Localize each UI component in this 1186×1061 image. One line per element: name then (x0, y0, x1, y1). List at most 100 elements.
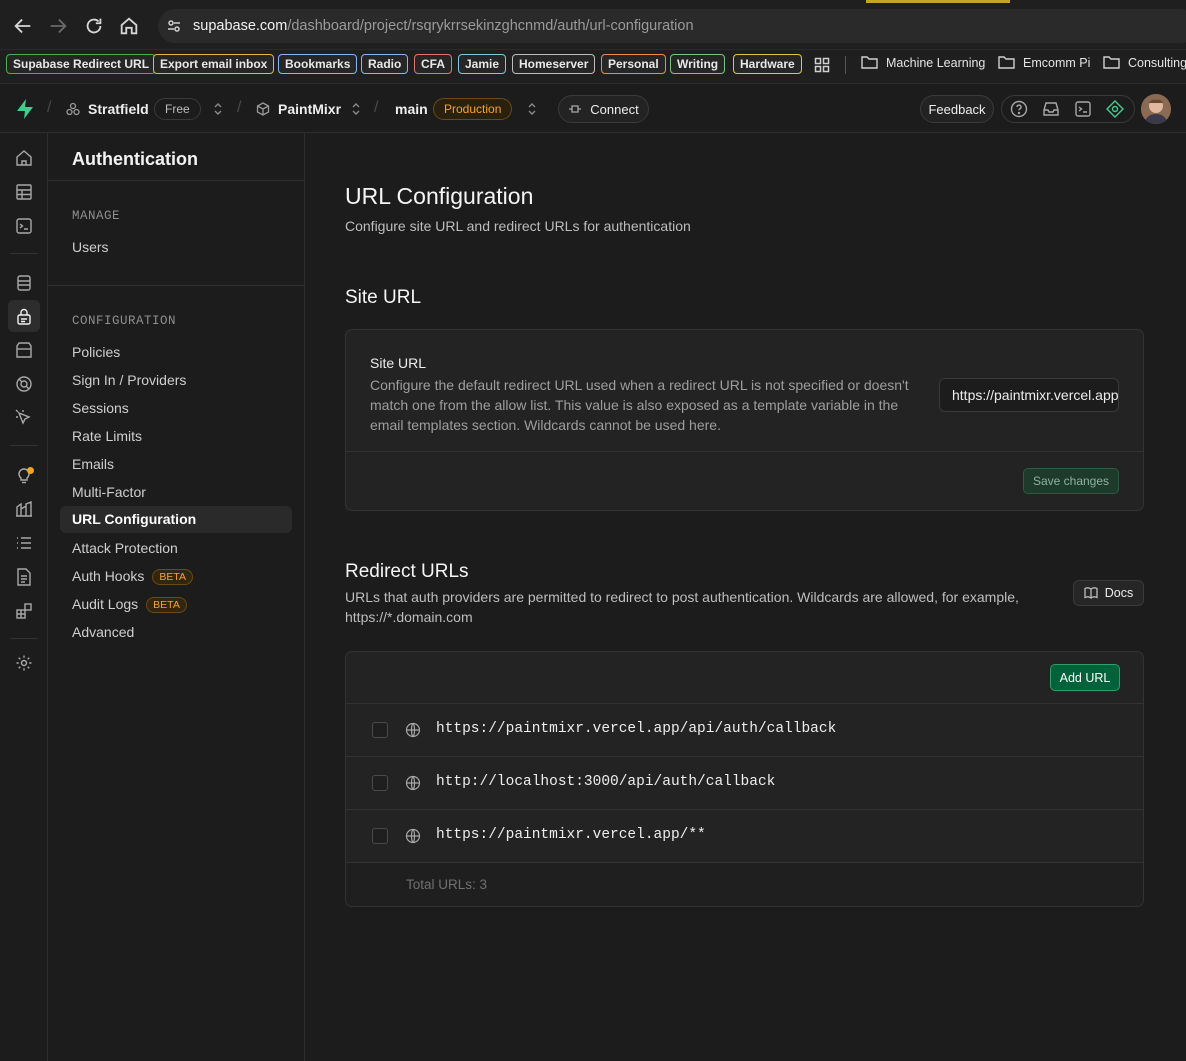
avatar[interactable] (1141, 94, 1171, 124)
sidebar-item-advanced[interactable]: Advanced (72, 624, 134, 640)
bookmark-folder-machine-learning[interactable]: Machine Learning (861, 55, 985, 70)
site-settings-icon[interactable] (166, 18, 182, 34)
bookmark-folder-emcomm-pi[interactable]: Emcomm Pi (998, 55, 1090, 70)
org-switcher-chevron-icon[interactable] (213, 101, 223, 117)
connect-label: Connect (590, 101, 639, 117)
project-name[interactable]: PaintMixr (278, 101, 341, 117)
page-subtitle: Configure site URL and redirect URLs for… (345, 218, 691, 234)
project-settings-gear-icon[interactable] (15, 654, 33, 672)
connect-button[interactable]: Connect (558, 95, 649, 123)
api-docs-icon[interactable] (15, 568, 33, 586)
docs-button[interactable]: Docs (1073, 580, 1144, 606)
sidebar-item-auth-hooks[interactable]: Auth Hooks BETA (72, 568, 194, 585)
bookmark-hardware[interactable]: Hardware (733, 54, 802, 74)
add-url-button[interactable]: Add URL (1050, 664, 1120, 691)
help-icon[interactable] (1010, 100, 1028, 118)
bookmark-folder-consulting[interactable]: Consulting (1103, 55, 1186, 70)
redirect-url: https://paintmixr.vercel.app/api/auth/ca… (436, 721, 837, 737)
sidebar-section-configuration: CONFIGURATION (72, 314, 177, 328)
redirect-urls-heading: Redirect URLs (345, 561, 469, 582)
active-tab-indicator (866, 0, 1010, 3)
back-icon[interactable] (12, 15, 34, 37)
bookmark-supabase-redirect-url[interactable]: Supabase Redirect URL (6, 54, 157, 74)
sidebar-item-label: Audit Logs (72, 596, 139, 612)
project-home-icon[interactable] (15, 149, 33, 167)
site-url-heading: Site URL (345, 287, 422, 308)
project-switcher-chevron-icon[interactable] (351, 101, 361, 117)
sidebar-item-rate-limits[interactable]: Rate Limits (72, 428, 142, 444)
authentication-lock-icon[interactable] (15, 307, 33, 325)
sidebar-item-audit-logs[interactable]: Audit Logs BETA (72, 596, 187, 613)
bookmark-homeserver[interactable]: Homeserver (512, 54, 596, 74)
sidebar-item-multi-factor[interactable]: Multi-Factor (72, 484, 146, 500)
rail-separator (10, 253, 38, 254)
apps-grid-icon[interactable] (814, 57, 830, 73)
forward-icon[interactable] (47, 15, 69, 37)
advisor-notification-dot (27, 467, 34, 474)
branch-name[interactable]: main (395, 101, 428, 117)
sidebar-title: Authentication (72, 149, 198, 169)
redirect-urls-card: Add URL https://paintmixr.vercel.app/api… (345, 651, 1144, 907)
main-content: URL Configuration Configure site URL and… (305, 133, 1186, 1061)
browser-toolbar: supabase.com/dashboard/project/rsqrykrrs… (0, 0, 1186, 50)
org-name[interactable]: Stratfield (88, 101, 149, 117)
bookmark-personal[interactable]: Personal (601, 54, 666, 74)
row-checkbox[interactable] (372, 775, 388, 791)
breadcrumb-separator: / (374, 99, 379, 116)
url-host: supabase.com (193, 18, 288, 34)
bookmark-export-email-inbox[interactable]: Export email inbox (153, 54, 275, 74)
site-url-card: Site URL Configure the default redirect … (345, 329, 1144, 511)
branch-switcher-chevron-icon[interactable] (527, 101, 537, 117)
globe-icon (405, 828, 421, 844)
inbox-icon[interactable] (1042, 100, 1060, 118)
organization-icon (66, 102, 80, 116)
assistant-diamond-icon[interactable] (1106, 100, 1124, 118)
sidebar-item-url-configuration[interactable]: URL Configuration (60, 506, 292, 533)
sidebar-item-sign-in-providers[interactable]: Sign In / Providers (72, 372, 186, 388)
home-icon[interactable] (118, 15, 140, 37)
url-text: supabase.com/dashboard/project/rsqrykrrs… (193, 18, 694, 34)
row-checkbox[interactable] (372, 722, 388, 738)
rail-separator (10, 445, 38, 446)
table-editor-icon[interactable] (15, 183, 33, 201)
storage-icon[interactable] (15, 341, 33, 359)
rail-separator (10, 638, 38, 639)
bookmark-cfa[interactable]: CFA (414, 54, 452, 74)
address-bar[interactable]: supabase.com/dashboard/project/rsqrykrrs… (158, 9, 1186, 43)
supabase-logo-icon[interactable] (15, 98, 35, 120)
sidebar-divider (48, 180, 304, 181)
database-icon[interactable] (15, 274, 33, 292)
card-divider (346, 451, 1143, 452)
sidebar-item-attack-protection[interactable]: Attack Protection (72, 540, 178, 556)
redirect-url-row[interactable]: https://paintmixr.vercel.app/** (346, 809, 1143, 862)
site-url-input[interactable]: https://paintmixr.vercel.app (939, 378, 1119, 412)
edge-functions-icon[interactable] (15, 375, 33, 393)
bookmark-writing[interactable]: Writing (670, 54, 726, 74)
icon-rail (0, 133, 48, 1061)
bookmarks-bar: Supabase Redirect URL Export email inbox… (0, 50, 1186, 84)
redirect-url-row[interactable]: https://paintmixr.vercel.app/api/auth/ca… (346, 703, 1143, 756)
realtime-cursor-icon[interactable] (15, 409, 33, 427)
sidebar-item-policies[interactable]: Policies (72, 344, 120, 360)
site-url-description: Configure the default redirect URL used … (370, 377, 909, 433)
redirect-url-row[interactable]: http://localhost:3000/api/auth/callback (346, 756, 1143, 809)
bookmark-jamie[interactable]: Jamie (458, 54, 507, 74)
folder-icon (998, 56, 1015, 69)
sql-editor-icon[interactable] (15, 217, 33, 235)
plug-icon (568, 102, 582, 116)
reports-icon[interactable] (15, 500, 33, 518)
logs-list-icon[interactable] (15, 534, 33, 552)
sidebar-divider (48, 285, 304, 286)
feedback-button[interactable]: Feedback (920, 95, 994, 123)
sidebar-item-users[interactable]: Users (72, 239, 109, 255)
sidebar-item-sessions[interactable]: Sessions (72, 400, 129, 416)
row-checkbox[interactable] (372, 828, 388, 844)
bookmark-radio[interactable]: Radio (361, 54, 409, 74)
url-path: /dashboard/project/rsqrykrrsekinzghcnmd/… (287, 18, 694, 34)
terminal-icon[interactable] (1074, 100, 1092, 118)
save-changes-button[interactable]: Save changes (1023, 468, 1119, 494)
reload-icon[interactable] (83, 15, 105, 37)
bookmark-bookmarks[interactable]: Bookmarks (278, 54, 358, 74)
integrations-icon[interactable] (15, 602, 33, 620)
sidebar-item-emails[interactable]: Emails (72, 456, 114, 472)
